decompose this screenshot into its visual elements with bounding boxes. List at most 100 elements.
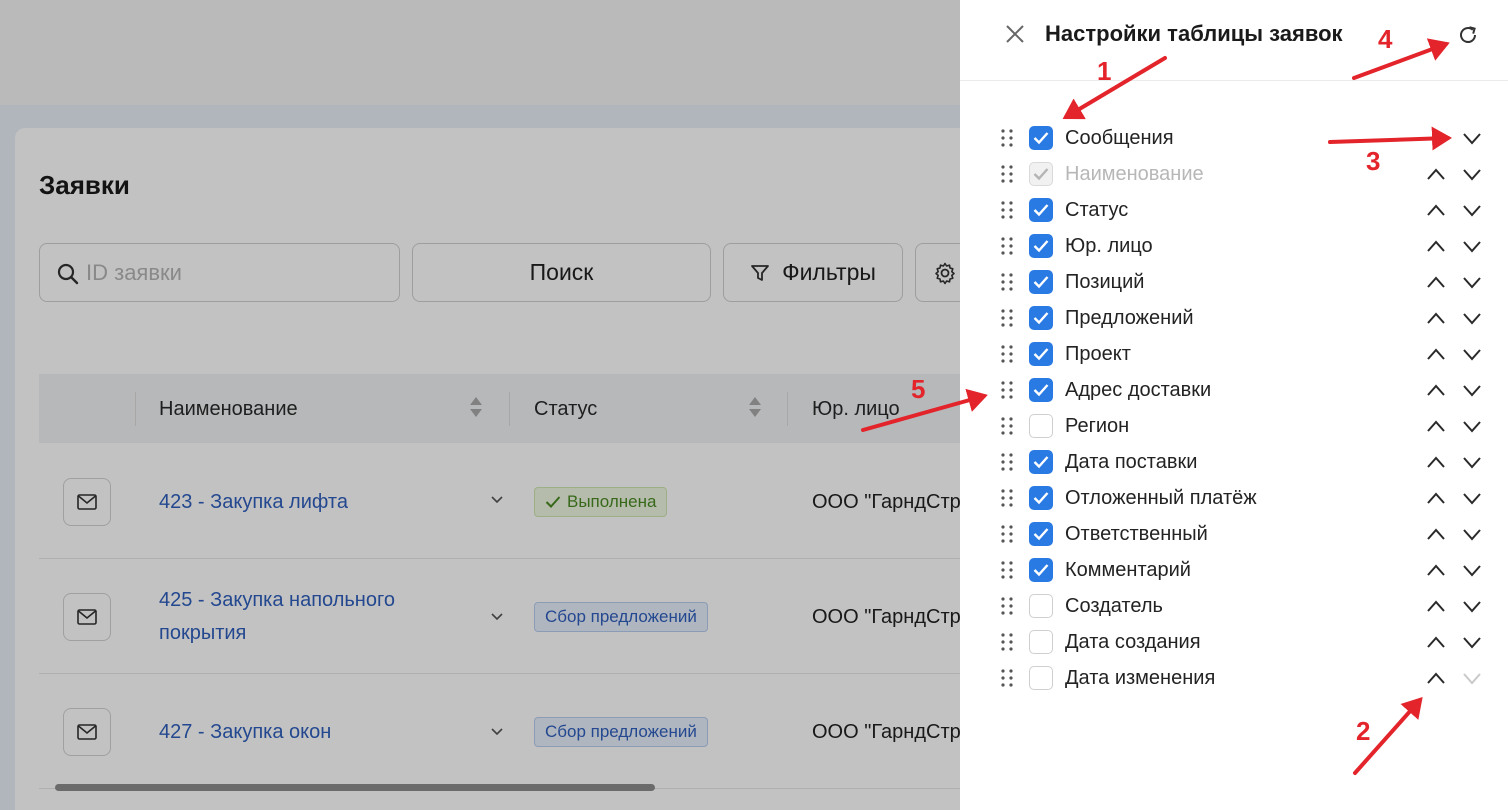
drag-handle-icon[interactable] (1000, 272, 1014, 292)
checkmark-icon (1033, 276, 1049, 289)
annotation-number: 3 (1366, 146, 1381, 176)
move-down-icon[interactable] (1462, 454, 1482, 470)
column-visibility-checkbox[interactable] (1029, 234, 1053, 258)
column-visibility-checkbox[interactable] (1029, 486, 1053, 510)
move-up-icon[interactable] (1426, 670, 1446, 686)
column-setting-label: Ответственный (1065, 523, 1208, 545)
move-up-icon[interactable] (1426, 598, 1446, 614)
checkmark-icon (1033, 240, 1049, 253)
move-up-icon[interactable] (1426, 490, 1446, 506)
drag-handle-icon[interactable] (1000, 452, 1014, 472)
checkmark-icon (1033, 204, 1049, 217)
drag-handle-icon[interactable] (1000, 668, 1014, 688)
move-down-icon[interactable] (1462, 562, 1482, 578)
column-setting-row: Предложений (960, 300, 1508, 336)
move-up-icon[interactable] (1426, 526, 1446, 542)
column-visibility-checkbox[interactable] (1029, 306, 1053, 330)
close-icon[interactable] (1004, 23, 1026, 45)
column-setting-row: Дата поставки (960, 444, 1508, 480)
column-setting-label: Проект (1065, 343, 1131, 365)
column-setting-label: Адрес доставки (1065, 379, 1212, 401)
reset-icon[interactable] (1457, 24, 1479, 46)
move-down-icon[interactable] (1462, 130, 1482, 146)
move-down-icon[interactable] (1462, 166, 1482, 182)
drawer-header: Настройки таблицы заявок (960, 0, 1508, 81)
move-down-icon[interactable] (1462, 274, 1482, 290)
move-up-icon[interactable] (1426, 418, 1446, 434)
column-visibility-checkbox[interactable] (1029, 198, 1053, 222)
column-visibility-checkbox[interactable] (1029, 558, 1053, 582)
move-down-icon[interactable] (1462, 598, 1482, 614)
move-up-icon[interactable] (1426, 238, 1446, 254)
modal-overlay[interactable] (0, 0, 960, 810)
column-setting-row: Позиций (960, 264, 1508, 300)
annotation-number: 5 (911, 374, 926, 404)
drag-handle-icon[interactable] (1000, 344, 1014, 364)
drag-handle-icon[interactable] (1000, 560, 1014, 580)
column-visibility-checkbox[interactable] (1029, 666, 1053, 690)
checkmark-icon (1033, 312, 1049, 325)
drag-handle-icon[interactable] (1000, 308, 1014, 328)
column-setting-row: Комментарий (960, 552, 1508, 588)
move-down-icon[interactable] (1462, 526, 1482, 542)
column-setting-row: Создатель (960, 588, 1508, 624)
annotation-number: 1 (1097, 56, 1112, 86)
drag-handle-icon[interactable] (1000, 632, 1014, 652)
checkmark-icon (1033, 456, 1049, 469)
column-visibility-checkbox[interactable] (1029, 414, 1053, 438)
move-down-icon[interactable] (1462, 382, 1482, 398)
drag-handle-icon[interactable] (1000, 380, 1014, 400)
move-up-icon[interactable] (1426, 562, 1446, 578)
drag-handle-icon[interactable] (1000, 488, 1014, 508)
column-visibility-checkbox[interactable] (1029, 126, 1053, 150)
drag-handle-icon[interactable] (1000, 164, 1014, 184)
column-visibility-checkbox[interactable] (1029, 450, 1053, 474)
drag-handle-icon[interactable] (1000, 200, 1014, 220)
move-up-icon[interactable] (1426, 382, 1446, 398)
move-down-icon[interactable] (1462, 202, 1482, 218)
move-down-icon (1463, 673, 1481, 685)
checkmark-icon (1033, 348, 1049, 361)
column-setting-row: Отложенный платёж (960, 480, 1508, 516)
move-down-icon[interactable] (1462, 418, 1482, 434)
checkmark-icon (1033, 492, 1049, 505)
move-up-icon[interactable] (1426, 310, 1446, 326)
column-setting-row: Проект (960, 336, 1508, 372)
column-setting-label: Сообщения (1065, 127, 1174, 149)
column-visibility-checkbox[interactable] (1029, 522, 1053, 546)
drag-handle-icon[interactable] (1000, 416, 1014, 436)
column-setting-row: Ответственный (960, 516, 1508, 552)
drag-handle-icon[interactable] (1000, 596, 1014, 616)
column-setting-label: Статус (1065, 199, 1129, 221)
column-visibility-checkbox[interactable] (1029, 594, 1053, 618)
move-up-icon[interactable] (1426, 634, 1446, 650)
drag-handle-icon[interactable] (1000, 236, 1014, 256)
column-visibility-checkbox[interactable] (1029, 342, 1053, 366)
move-up-icon[interactable] (1426, 454, 1446, 470)
annotation-number: 4 (1378, 24, 1393, 54)
column-setting-row: Дата изменения (960, 660, 1508, 696)
move-down-icon[interactable] (1462, 310, 1482, 326)
column-setting-row: Регион (960, 408, 1508, 444)
move-up-icon[interactable] (1426, 346, 1446, 362)
annotation-number: 2 (1356, 716, 1371, 746)
move-up-icon[interactable] (1426, 274, 1446, 290)
drag-handle-icon[interactable] (1000, 128, 1014, 148)
drawer-title: Настройки таблицы заявок (1045, 21, 1343, 46)
column-visibility-checkbox[interactable] (1029, 378, 1053, 402)
move-down-icon[interactable] (1462, 238, 1482, 254)
column-visibility-checkbox[interactable] (1029, 270, 1053, 294)
column-setting-row: Статус (960, 192, 1508, 228)
drag-handle-icon[interactable] (1000, 524, 1014, 544)
table-settings-drawer: Настройки таблицы заявок Сообщения Наиме… (960, 0, 1508, 810)
column-setting-label: Создатель (1065, 595, 1163, 617)
move-up-icon[interactable] (1426, 202, 1446, 218)
move-down-icon[interactable] (1462, 634, 1482, 650)
column-setting-label: Дата создания (1065, 631, 1201, 653)
checkmark-icon (1033, 132, 1049, 145)
move-up-icon[interactable] (1426, 166, 1446, 182)
move-down-icon[interactable] (1462, 346, 1482, 362)
move-down-icon[interactable] (1462, 490, 1482, 506)
column-setting-row: Сообщения (960, 120, 1508, 156)
column-visibility-checkbox[interactable] (1029, 630, 1053, 654)
